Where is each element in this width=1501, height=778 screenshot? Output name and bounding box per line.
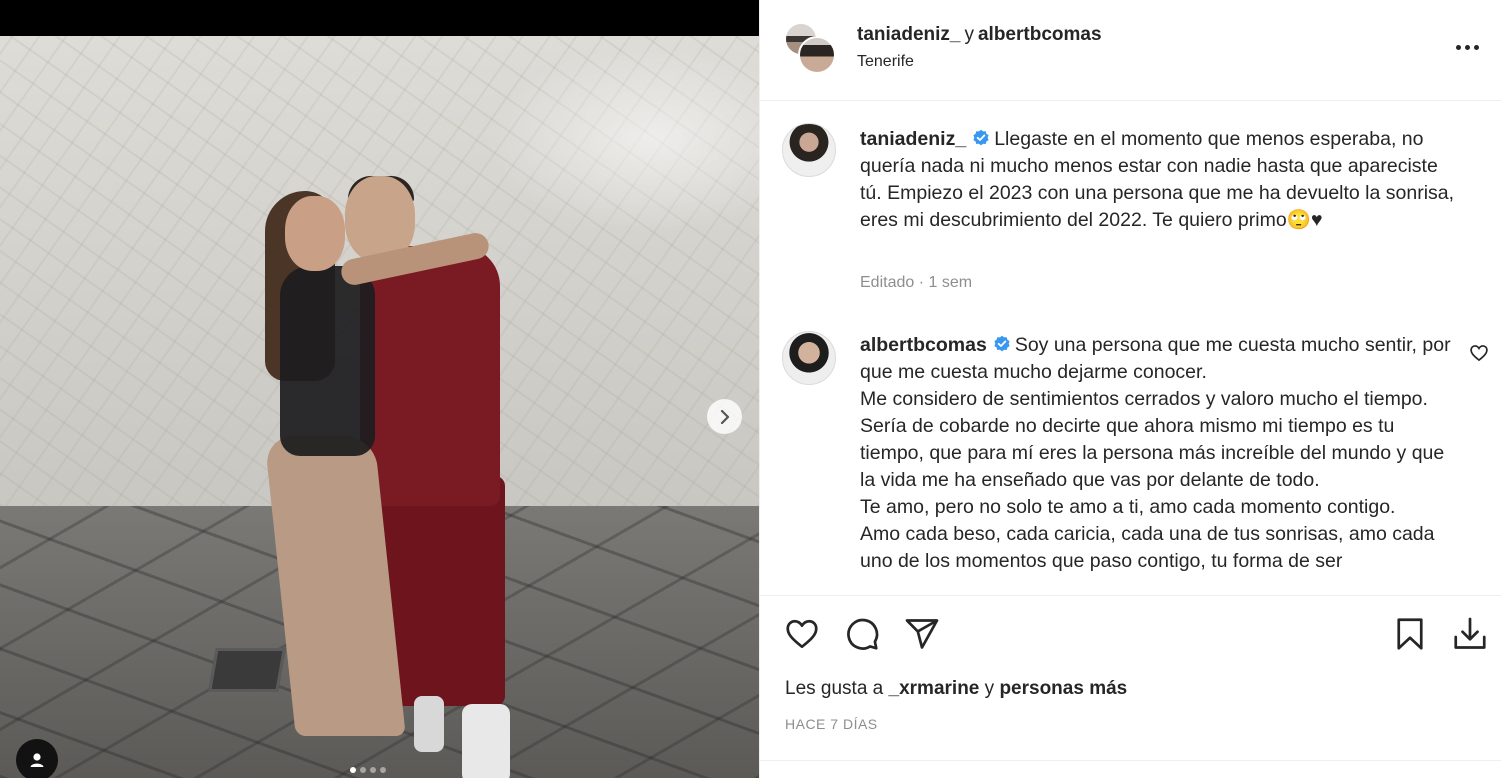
likes-others-link[interactable]: personas más [999, 678, 1127, 699]
post-timestamp[interactable]: HACE 7 DÍAS [785, 716, 878, 732]
caption-username[interactable]: taniadeniz_ [860, 128, 966, 150]
comment-button[interactable] [842, 614, 882, 654]
avatar[interactable] [782, 331, 836, 385]
comment-body: albertbcomas Soy una persona que me cuest… [860, 332, 1460, 575]
more-options-icon [1455, 44, 1461, 50]
carousel-dot [360, 767, 366, 773]
post-header: taniadeniz_ y albertbcomas Tenerife [760, 0, 1501, 101]
like-button[interactable] [782, 614, 822, 654]
carousel-dot [350, 767, 356, 773]
divider [760, 760, 1501, 761]
likes-summary: Les gusta a _xrmarine y personas más [785, 678, 1127, 700]
share-icon [905, 619, 939, 649]
author-joiner: y [964, 24, 974, 45]
heart-icon [786, 619, 818, 649]
user-tag-button[interactable] [16, 739, 58, 778]
carousel-indicator [350, 767, 386, 773]
verified-badge-icon [994, 335, 1010, 352]
comment-text: Soy una persona que me cuesta mucho sent… [860, 334, 1451, 572]
bookmark-icon [1397, 618, 1423, 650]
carousel-dot [380, 767, 386, 773]
caption-meta: Editado · 1 sem [860, 274, 973, 291]
comment-icon [847, 618, 879, 650]
woman-figure-head [285, 196, 345, 271]
download-button[interactable] [1450, 614, 1490, 654]
location-link[interactable]: Tenerife [857, 53, 914, 71]
avatar[interactable] [782, 123, 836, 177]
post-authors: taniadeniz_ y albertbcomas [857, 24, 1102, 46]
more-options-icon [1464, 44, 1470, 50]
likes-prefix: Les gusta a [785, 678, 884, 699]
save-button[interactable] [1390, 614, 1430, 654]
heart-icon[interactable] [1469, 343, 1489, 363]
carousel-next-button[interactable] [707, 399, 742, 434]
likes-joiner: y [984, 678, 995, 699]
post-details-panel: taniadeniz_ y albertbcomas Tenerife taniad… [759, 0, 1501, 778]
post-media [0, 0, 759, 778]
share-button[interactable] [902, 614, 942, 654]
download-icon [1454, 617, 1486, 649]
comments-section[interactable]: taniadeniz_ Llegaste en el momento que me… [760, 101, 1501, 594]
user-tag-icon [30, 753, 44, 767]
collab-avatars[interactable] [784, 22, 836, 74]
liker-link[interactable]: _xrmarine [889, 678, 980, 699]
avatar [798, 36, 836, 74]
floor-vent [208, 648, 286, 692]
carousel-dot [370, 767, 376, 773]
more-options-icon [1473, 44, 1479, 50]
post-photo[interactable] [0, 36, 759, 778]
more-options-button[interactable] [1450, 34, 1484, 60]
post-actions-bar [760, 595, 1501, 673]
chevron-right-icon [720, 409, 729, 424]
man-figure-shoe [414, 696, 444, 752]
caption-body: taniadeniz_ Llegaste en el momento que me… [860, 126, 1460, 234]
verified-badge-icon [973, 129, 989, 146]
woman-figure-body [280, 266, 375, 456]
man-figure-body [360, 246, 500, 506]
comment-username[interactable]: albertbcomas [860, 334, 987, 356]
author-link[interactable]: taniadeniz_ [857, 24, 960, 45]
author-link[interactable]: albertbcomas [978, 24, 1102, 45]
man-figure-shoe [462, 704, 510, 778]
